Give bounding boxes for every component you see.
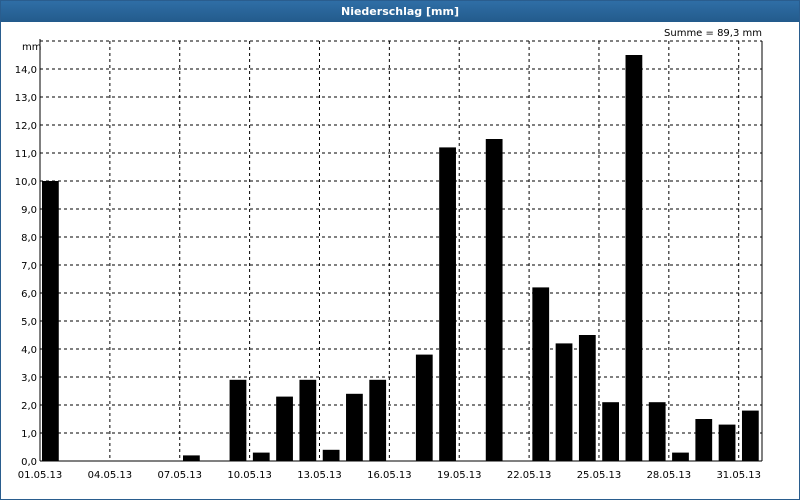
y-tick-label: 2,0 [21, 401, 37, 412]
bar [555, 343, 573, 461]
x-tick-label: 22.05.13 [507, 470, 552, 481]
bar [229, 379, 247, 461]
bar [625, 55, 643, 461]
bar [183, 455, 200, 461]
precipitation-chart: 0,0 1,0 2,0 3,0 4,0 5,0 6,0 7,0 8,0 9,0 10,0 11,0 12… [15, 28, 763, 481]
bar [718, 424, 736, 461]
y-tick-label: 3,0 [21, 373, 37, 384]
bar [602, 402, 619, 461]
x-tick-label: 31.05.13 [716, 470, 761, 481]
y-tick-label: 0,0 [21, 457, 37, 468]
x-tick-label: 10.05.13 [227, 470, 272, 481]
bar [322, 449, 340, 461]
grid-lines [40, 40, 762, 461]
bar [369, 379, 387, 461]
y-axis-unit: mm [22, 42, 41, 53]
x-tick-label: 07.05.13 [157, 470, 202, 481]
x-tick-label: 28.05.13 [647, 470, 692, 481]
bar-series [42, 55, 759, 461]
y-tick-label: 5,0 [21, 317, 37, 328]
bar [695, 419, 713, 461]
bar [415, 354, 433, 461]
x-tick-label: 04.05.13 [88, 470, 133, 481]
x-tick-label: 16.05.13 [367, 470, 412, 481]
y-tick-label: 14,0 [15, 65, 37, 76]
y-tick-label: 7,0 [21, 261, 37, 272]
bar [346, 393, 363, 461]
y-tick-label: 13,0 [15, 93, 37, 104]
bar [485, 139, 503, 461]
bar [299, 379, 317, 461]
bar [276, 396, 293, 461]
bar [741, 410, 759, 461]
y-tick-label: 10,0 [15, 177, 37, 188]
y-tick-label: 4,0 [21, 345, 37, 356]
x-tick-label: 25.05.13 [577, 470, 622, 481]
y-tick-label: 11,0 [15, 149, 37, 160]
y-tick-label: 9,0 [21, 205, 37, 216]
sum-annotation: Summe = 89,3 mm [664, 28, 762, 39]
bar [672, 452, 689, 461]
bar [439, 147, 456, 461]
bar [42, 181, 59, 461]
y-tick-label: 12,0 [15, 121, 37, 132]
y-tick-label: 1,0 [21, 429, 37, 440]
y-tick-label: 6,0 [21, 289, 37, 300]
bar [252, 452, 270, 461]
bar [648, 402, 666, 461]
bar [532, 287, 550, 461]
x-tick-label: 13.05.13 [297, 470, 342, 481]
x-tick-label: 19.05.13 [437, 470, 482, 481]
x-tick-label: 01.05.13 [18, 470, 63, 481]
y-tick-label: 8,0 [21, 233, 37, 244]
bar [578, 335, 596, 461]
